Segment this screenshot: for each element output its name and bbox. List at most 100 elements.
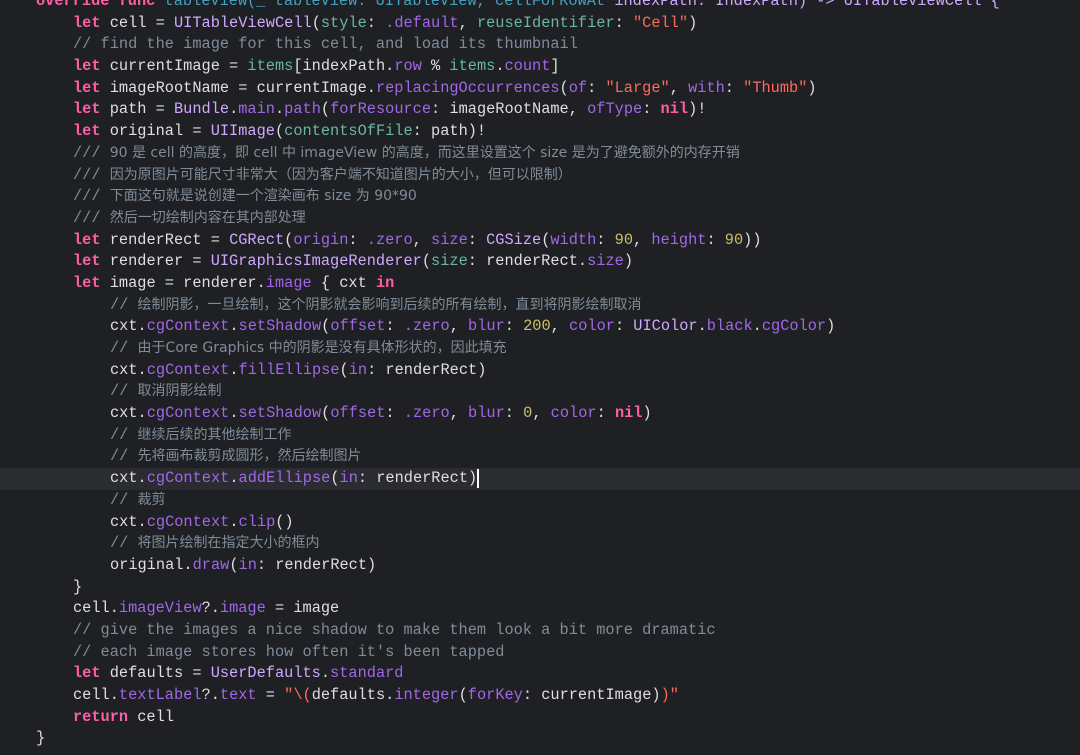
code-token: 取消阴影绘制 <box>137 383 222 400</box>
code-line[interactable]: // 绘制阴影，一旦绘制，这个阴影就会影响到后续的所有绘制，直到将阴影绘制取消 <box>0 295 1080 317</box>
code-token: 下面这句就是说创建一个渲染画布 size 为 90*90 <box>109 188 417 205</box>
code-token: , <box>449 404 469 423</box>
code-line[interactable]: let imageRootName = currentImage.replaci… <box>0 78 1080 100</box>
code-line[interactable]: let renderer = UIGraphicsImageRenderer(s… <box>0 251 1080 273</box>
code-token: cgContext <box>146 512 230 531</box>
code-line[interactable]: // 裁剪 <box>0 490 1080 512</box>
code-line[interactable]: let path = Bundle.main.path(forResource:… <box>0 99 1080 121</box>
code-line[interactable]: let defaults = UserDefaults.standard <box>0 663 1080 685</box>
code-line[interactable]: // 取消阴影绘制 <box>0 381 1080 403</box>
code-token: = <box>256 686 285 704</box>
code-token: ( <box>541 230 551 249</box>
code-token: )" <box>660 686 679 704</box>
code-line[interactable]: cxt.cgContext.addEllipse(in: renderRect) <box>0 468 1080 490</box>
code-line[interactable]: cxt.cgContext.clip() <box>0 512 1080 534</box>
code-token: ( <box>321 404 331 423</box>
code-token: black <box>706 317 753 336</box>
code-token: UITableViewCell <box>173 13 312 32</box>
code-token: ( <box>330 469 340 488</box>
code-token: cgContext <box>146 317 230 336</box>
code-line[interactable]: cell.imageView?.image = image <box>0 598 1080 620</box>
code-token: 裁剪 <box>137 491 166 508</box>
code-line[interactable]: /// 90 是 cell 的高度，即 cell 中 imageView 的高度… <box>0 143 1080 165</box>
code-token: % <box>421 57 450 76</box>
code-line[interactable]: let original = UIImage(contentsOfFile: p… <box>0 121 1080 143</box>
code-token: ( <box>284 230 294 249</box>
code-token: . <box>229 404 239 423</box>
code-line[interactable]: } <box>0 577 1080 599</box>
code-token: : renderRect) <box>357 469 478 488</box>
code-token: 90 <box>614 230 633 249</box>
code-token: . <box>229 512 239 531</box>
code-line[interactable]: /// 然后一切绘制内容在其内部处理 <box>0 208 1080 230</box>
code-token: // <box>110 382 138 401</box>
code-token: 将图片绘制在指定大小的框内 <box>137 535 320 552</box>
code-token: in <box>339 469 358 488</box>
code-line[interactable]: // 继续后续的其他绘制工作 <box>0 425 1080 447</box>
code-token: cgContext <box>146 469 230 488</box>
code-token: offset <box>330 317 386 336</box>
code-token: : <box>614 317 634 336</box>
code-line[interactable]: // find the image for this cell, and loa… <box>0 34 1080 56</box>
code-line[interactable]: // 将图片绘制在指定大小的框内 <box>0 533 1080 555</box>
code-line[interactable]: let image = renderer.image { cxt in <box>0 273 1080 295</box>
code-token: : <box>348 230 367 249</box>
code-line[interactable]: cxt.cgContext.setShadow(offset: .zero, b… <box>0 403 1080 425</box>
code-token: clip <box>238 512 276 531</box>
code-line[interactable]: } <box>0 728 1080 750</box>
code-token: currentImage = <box>100 57 248 76</box>
code-token: imageView <box>118 599 202 618</box>
code-token: : <box>385 317 404 336</box>
code-line[interactable]: // 先将画布裁剪成圆形，然后绘制图片 <box>0 446 1080 468</box>
code-token: forResource <box>330 100 432 119</box>
code-token: height <box>651 230 707 249</box>
code-token: cell. <box>73 599 119 618</box>
code-token: textLabel <box>118 686 202 704</box>
code-token: . <box>752 317 762 336</box>
code-token: /// <box>73 165 110 184</box>
code-line[interactable]: /// 下面这句就是说创建一个渲染画布 size 为 90*90 <box>0 186 1080 208</box>
code-token: text <box>219 686 257 704</box>
code-token: forKey <box>467 686 523 704</box>
code-token: cell. <box>73 686 119 704</box>
code-line[interactable]: override func tableView(_ tableView: UIT… <box>0 0 1080 13</box>
code-token: . <box>697 317 707 336</box>
code-token: "Cell" <box>633 13 689 32</box>
code-line[interactable]: let cell = UITableViewCell(style: .defau… <box>0 13 1080 35</box>
code-token: . <box>229 360 239 379</box>
code-token: let <box>73 273 101 292</box>
code-line[interactable]: // each image stores how often it's been… <box>0 642 1080 664</box>
code-line[interactable]: cxt.cgContext.setShadow(offset: .zero, b… <box>0 316 1080 338</box>
code-token: UIImage <box>210 122 275 141</box>
code-token: : <box>366 13 386 32</box>
code-token: , <box>458 13 477 32</box>
code-line[interactable]: /// 因为原图片可能尺寸非常大（因为客户端不知道图片的大小，但可以限制） <box>0 165 1080 187</box>
code-line[interactable]: let currentImage = items[indexPath.row %… <box>0 56 1080 78</box>
code-line[interactable]: // give the images a nice shadow to make… <box>0 620 1080 642</box>
code-line[interactable]: cell.textLabel?.text = "\(defaults.integ… <box>0 685 1080 707</box>
code-token: row <box>394 57 422 76</box>
code-token: ( <box>458 686 468 704</box>
code-token: ) <box>642 404 652 423</box>
code-token: color <box>569 317 615 336</box>
code-token: let <box>73 100 101 119</box>
code-token: CGSize <box>486 230 542 249</box>
code-token: . <box>229 100 239 119</box>
code-line[interactable]: let renderRect = CGRect(origin: .zero, s… <box>0 230 1080 252</box>
code-line[interactable]: return cell <box>0 707 1080 729</box>
code-token: cxt. <box>110 360 147 379</box>
code-token: [indexPath. <box>293 57 395 76</box>
code-token: imageRootName = currentImage. <box>100 78 376 97</box>
code-line[interactable]: cxt.cgContext.fillEllipse(in: renderRect… <box>0 360 1080 382</box>
code-token: integer <box>394 686 459 704</box>
code-token: // <box>110 447 138 466</box>
code-token: in <box>238 555 257 574</box>
code-token: let <box>73 664 101 683</box>
code-token: of <box>568 78 588 97</box>
code-token: /// <box>73 143 110 162</box>
code-line[interactable]: // 由于Core Graphics 中的阴影是没有具体形状的，因此填充 <box>0 338 1080 360</box>
code-line[interactable]: original.draw(in: renderRect) <box>0 555 1080 577</box>
code-token: : <box>504 404 524 423</box>
code-editor[interactable]: override func tableView(_ tableView: UIT… <box>0 0 1080 750</box>
code-token: . <box>320 664 331 683</box>
